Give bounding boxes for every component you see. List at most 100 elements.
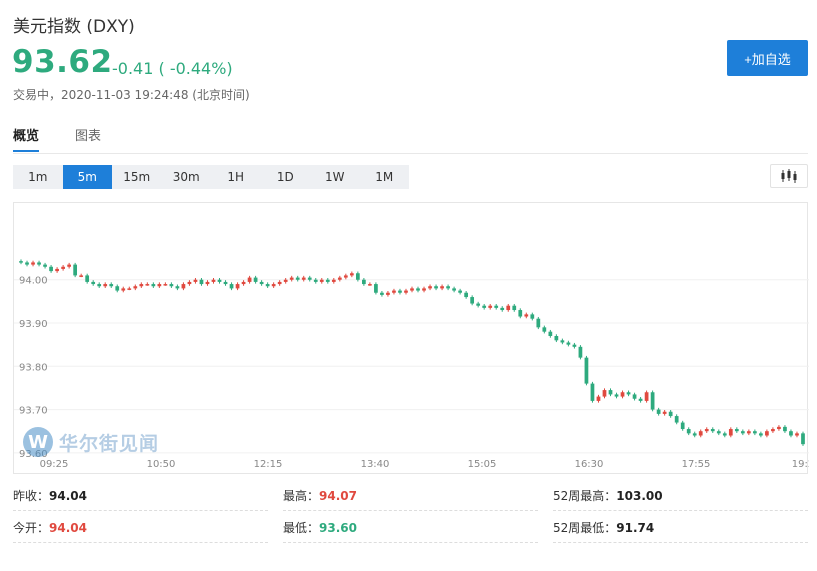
candle-body — [301, 277, 306, 280]
candle-body — [542, 327, 547, 332]
candle-body — [759, 433, 763, 436]
candle-body — [795, 433, 799, 436]
candle-body — [127, 288, 132, 290]
candle-body — [476, 303, 481, 306]
stat-value: 94.04 — [49, 520, 87, 535]
candle-body — [512, 305, 517, 311]
candle-body — [49, 266, 53, 272]
period-1mo[interactable]: 1M — [360, 165, 410, 189]
candle-body — [716, 431, 721, 434]
candle-body — [79, 275, 84, 277]
y-tick-label: 93.80 — [19, 362, 48, 373]
candle-body — [686, 429, 691, 434]
candle-body — [608, 390, 613, 395]
wallstreetcn-logo-icon: W — [23, 427, 53, 457]
candle-body — [614, 394, 619, 397]
candle-body — [704, 429, 709, 432]
candle-body — [692, 433, 697, 436]
candle-body — [109, 284, 114, 287]
candle-body — [157, 284, 162, 287]
stat-value: 94.04 — [49, 488, 87, 503]
candle-body — [392, 290, 396, 293]
x-tick-label: 10:50 — [147, 459, 176, 470]
period-selector: 1m 5m 15m 30m 1H 1D 1W 1M — [13, 165, 409, 189]
candle-body — [596, 396, 601, 401]
candle-body — [656, 409, 661, 414]
stat-open: 今开： 94.04 — [13, 513, 268, 543]
candle-body — [765, 431, 769, 436]
candle-body — [572, 344, 577, 347]
candle-body — [632, 394, 637, 399]
candle-body — [386, 292, 390, 295]
candle-body — [536, 318, 541, 328]
candle-body — [121, 288, 126, 291]
period-1m[interactable]: 1m — [13, 165, 63, 189]
candle-body — [247, 277, 252, 282]
candle-body — [783, 426, 787, 432]
candle-body — [61, 266, 65, 269]
candle-body — [25, 262, 29, 265]
candle-body — [37, 262, 41, 265]
candle-body — [734, 429, 739, 432]
candle-body — [404, 290, 408, 293]
candle-body — [289, 277, 294, 280]
candle-body — [115, 286, 120, 291]
candle-body — [722, 433, 727, 436]
candle-body — [524, 314, 529, 317]
stat-value: 91.74 — [616, 520, 655, 535]
watermark: W 华尔街见闻 — [23, 427, 159, 457]
candle-body — [500, 307, 505, 311]
candle-body — [746, 431, 751, 434]
add-to-watchlist-button[interactable]: +加自选 — [727, 40, 808, 76]
candle-body — [355, 273, 360, 280]
candle-body — [482, 305, 487, 308]
period-30m[interactable]: 30m — [162, 165, 212, 189]
period-1w[interactable]: 1W — [310, 165, 360, 189]
chart-type-button[interactable] — [770, 164, 808, 188]
candle-body — [169, 284, 174, 287]
candle-body — [488, 305, 493, 308]
period-1h[interactable]: 1H — [211, 165, 261, 189]
tab-overview[interactable]: 概览 — [13, 125, 40, 152]
tab-chart[interactable]: 图表 — [75, 125, 101, 152]
candle-body — [241, 281, 246, 285]
candle-body — [175, 286, 180, 289]
candle-body — [380, 292, 384, 295]
candle-body — [97, 284, 102, 287]
period-5m[interactable]: 5m — [62, 165, 112, 189]
period-1d[interactable]: 1D — [261, 165, 311, 189]
candle-body — [626, 392, 631, 395]
candle-body — [560, 340, 565, 343]
candle-body — [103, 284, 108, 287]
candle-body — [31, 262, 35, 265]
candle-body — [362, 279, 366, 285]
candle-body — [307, 277, 312, 280]
candle-body — [548, 331, 553, 336]
candle-body — [343, 275, 348, 278]
candle-body — [740, 431, 745, 434]
candle-body — [452, 288, 456, 291]
candle-body — [187, 281, 192, 285]
candle-body — [295, 277, 300, 280]
candle-body — [55, 268, 59, 272]
candle-body — [620, 392, 625, 397]
candle-body — [253, 277, 258, 282]
x-tick-label: 19:2 — [792, 459, 809, 470]
candle-body — [235, 284, 240, 289]
y-tick-label: 93.70 — [19, 406, 48, 417]
stat-label: 最高： — [283, 489, 320, 503]
y-tick-label: 94.00 — [19, 276, 48, 287]
candle-body — [458, 290, 462, 293]
candle-body — [434, 286, 438, 289]
watermark-text: 华尔街见闻 — [59, 432, 160, 455]
candle-body — [73, 264, 78, 276]
candle-body — [374, 284, 378, 293]
candle-body — [325, 279, 330, 282]
x-tick-label: 13:40 — [361, 459, 390, 470]
candle-body — [211, 279, 216, 282]
candle-body — [518, 310, 523, 317]
stat-low: 最低： 93.60 — [283, 513, 538, 543]
x-tick-label: 15:05 — [468, 459, 497, 470]
candle-body — [801, 433, 805, 445]
period-15m[interactable]: 15m — [112, 165, 162, 189]
